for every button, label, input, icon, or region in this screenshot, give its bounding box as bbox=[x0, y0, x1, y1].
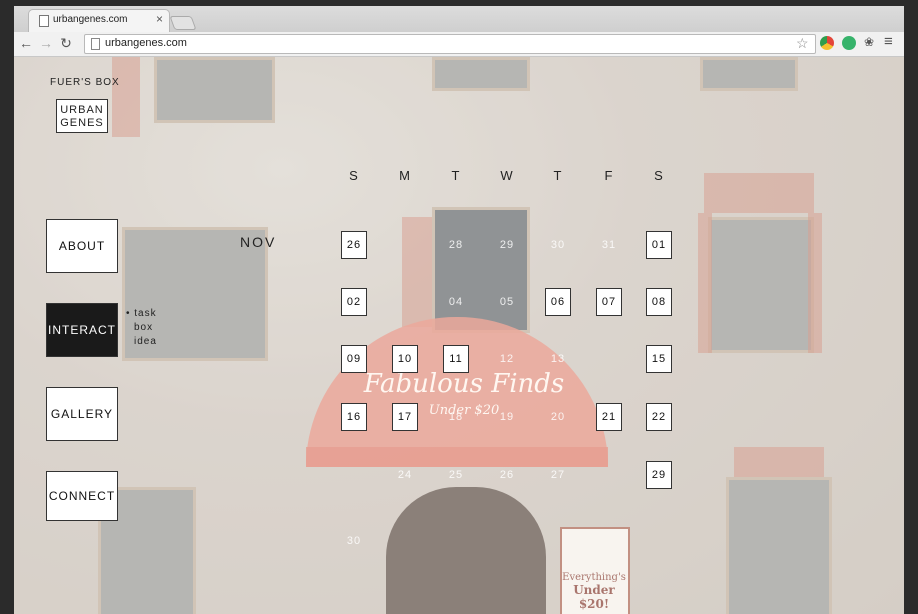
tab-title: urbangenes.com bbox=[53, 14, 128, 25]
logo-line-1: URBAN bbox=[60, 104, 104, 116]
browser-toolbar: ← → ↻ urbangenes.com ☆ ❀ ≡ bbox=[14, 32, 904, 57]
calendar-day-active[interactable]: 08 bbox=[646, 288, 672, 316]
tab-strip: urbangenes.com × bbox=[14, 6, 904, 33]
extension-icon[interactable] bbox=[820, 36, 834, 50]
calendar-day: 28 bbox=[448, 239, 464, 251]
puzzle-icon[interactable]: ❀ bbox=[864, 35, 874, 49]
page-icon bbox=[91, 38, 100, 50]
calendar-day: 26 bbox=[499, 469, 515, 481]
calendar-day: 30 bbox=[550, 239, 566, 251]
nav-about[interactable]: ABOUT bbox=[46, 219, 118, 273]
calendar-day-active[interactable]: 11 bbox=[443, 345, 469, 373]
menu-icon[interactable]: ≡ bbox=[884, 33, 893, 50]
calendar-day-active[interactable]: 21 bbox=[596, 403, 622, 431]
tab-close-icon[interactable]: × bbox=[156, 12, 163, 26]
subnav-task[interactable]: • task bbox=[126, 307, 157, 321]
web-page: Fabulous Finds Under $20 Everything's Un… bbox=[14, 57, 904, 614]
calendar-day: 05 bbox=[499, 296, 515, 308]
extension-icon[interactable] bbox=[842, 36, 856, 50]
calendar-day: 20 bbox=[550, 411, 566, 423]
new-tab-button[interactable] bbox=[169, 16, 197, 30]
calendar-day: 19 bbox=[499, 411, 515, 423]
weekday-label: T bbox=[553, 168, 563, 183]
page-icon bbox=[39, 15, 49, 27]
calendar-day: 04 bbox=[448, 296, 464, 308]
calendar-day-active[interactable]: 17 bbox=[392, 403, 418, 431]
calendar-day-active[interactable]: 22 bbox=[646, 403, 672, 431]
calendar-day: 12 bbox=[499, 353, 515, 365]
reload-icon[interactable]: ↻ bbox=[58, 35, 74, 52]
calendar-day-active[interactable]: 15 bbox=[646, 345, 672, 373]
address-bar[interactable]: urbangenes.com bbox=[84, 34, 816, 54]
weekday-label: T bbox=[451, 168, 461, 183]
forward-icon[interactable]: → bbox=[38, 35, 54, 51]
browser-window: urbangenes.com × ← → ↻ urbangenes.com ☆ … bbox=[0, 0, 918, 614]
interact-subnav: • task box idea bbox=[126, 307, 157, 349]
calendar-day: 13 bbox=[550, 353, 566, 365]
calendar-day: 30 bbox=[346, 535, 362, 547]
calendar-day-active[interactable]: 29 bbox=[646, 461, 672, 489]
nav-gallery[interactable]: GALLERY bbox=[46, 387, 118, 441]
calendar-day-active[interactable]: 02 bbox=[341, 288, 367, 316]
calendar-day-active[interactable]: 16 bbox=[341, 403, 367, 431]
url-text: urbangenes.com bbox=[105, 37, 187, 49]
calendar-day-active[interactable]: 06 bbox=[545, 288, 571, 316]
weekday-label: M bbox=[399, 168, 411, 183]
weekday-label: W bbox=[500, 168, 514, 183]
calendar-day: 25 bbox=[448, 469, 464, 481]
calendar-day-active[interactable]: 09 bbox=[341, 345, 367, 373]
calendar-day: 18 bbox=[448, 411, 464, 423]
subnav-box[interactable]: box bbox=[126, 321, 157, 335]
calendar-month: NOV bbox=[240, 234, 277, 250]
star-icon[interactable]: ☆ bbox=[796, 35, 809, 52]
nav-connect[interactable]: CONNECT bbox=[46, 471, 118, 521]
calendar-day: 29 bbox=[499, 239, 515, 251]
nav-interact[interactable]: INTERACT bbox=[46, 303, 118, 357]
calendar-day: 31 bbox=[601, 239, 617, 251]
weekday-label: S bbox=[349, 168, 359, 183]
weekday-label: F bbox=[604, 168, 614, 183]
brand-tagline: FUER'S BOX bbox=[50, 77, 120, 88]
browser-tab[interactable]: urbangenes.com × bbox=[28, 9, 170, 33]
logo-line-2: GENES bbox=[60, 117, 104, 129]
calendar-day: 27 bbox=[550, 469, 566, 481]
calendar-day-active[interactable]: 01 bbox=[646, 231, 672, 259]
weekday-label: S bbox=[654, 168, 664, 183]
calendar-day: 24 bbox=[397, 469, 413, 481]
subnav-idea[interactable]: idea bbox=[126, 335, 157, 349]
calendar-day-active[interactable]: 07 bbox=[596, 288, 622, 316]
calendar-day-active[interactable]: 10 bbox=[392, 345, 418, 373]
site-logo[interactable]: URBAN GENES bbox=[56, 99, 108, 133]
back-icon[interactable]: ← bbox=[18, 35, 34, 51]
calendar-day-active[interactable]: 26 bbox=[341, 231, 367, 259]
